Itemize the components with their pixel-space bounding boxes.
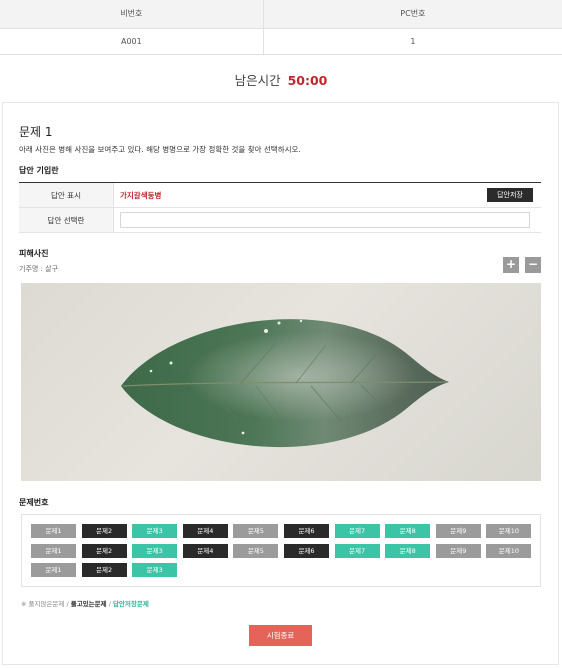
question-button[interactable]: 문제8 bbox=[385, 543, 431, 558]
legend-saved: 답안저장문제 bbox=[112, 600, 149, 608]
question-button[interactable]: 문제4 bbox=[182, 543, 228, 558]
question-button[interactable]: 문제5 bbox=[233, 524, 279, 538]
legend-unsolved: ※ 풀지않은문제 bbox=[21, 600, 65, 608]
question-button[interactable]: 문제1 bbox=[31, 524, 76, 538]
legend-solving: 풀고있는문제 bbox=[70, 600, 107, 608]
save-answer-button[interactable]: 답안저장 bbox=[487, 188, 533, 202]
question-button[interactable]: 문제2 bbox=[81, 543, 127, 558]
answer-section-heading: 답안 기입란 bbox=[19, 166, 59, 175]
question-button[interactable]: 문제6 bbox=[284, 524, 329, 538]
question-button[interactable]: 문제7 bbox=[334, 524, 380, 538]
question-button[interactable]: 문제10 bbox=[486, 524, 532, 538]
answer-table: 답안 표시 가지갈색둥병 답안저장 답안 선택란 bbox=[19, 182, 541, 233]
question-button[interactable]: 문제5 bbox=[233, 543, 279, 558]
question-button[interactable]: 문제2 bbox=[81, 524, 127, 538]
status-legend: ※ 풀지않은문제 / 풀고있는문제 / 답안저장문제 bbox=[21, 598, 149, 608]
question-button[interactable]: 문제10 bbox=[486, 543, 532, 558]
timer-value: 50:00 bbox=[287, 73, 328, 88]
zoom-out-button[interactable]: − bbox=[525, 257, 541, 273]
host-plant-label: 기주명 : 살구 bbox=[19, 265, 59, 273]
answer-display-row: 답안 표시 가지갈색둥병 답안저장 bbox=[19, 183, 541, 208]
question-button[interactable]: 문제2 bbox=[81, 563, 127, 577]
question-button[interactable]: 문제4 bbox=[182, 524, 228, 538]
answer-select-label: 답안 선택란 bbox=[19, 208, 114, 232]
photo-section-heading: 피해사진 bbox=[19, 249, 49, 258]
seat-number-header: 비번호 bbox=[0, 0, 264, 29]
answer-display-value: 가지갈색둥병 bbox=[120, 190, 162, 200]
answer-select-field[interactable] bbox=[120, 212, 530, 228]
damage-photo bbox=[21, 283, 541, 481]
pc-number-header: PC번호 bbox=[262, 0, 562, 29]
question-button[interactable]: 문제3 bbox=[132, 563, 178, 577]
pc-number-value: 1 bbox=[262, 28, 562, 55]
seat-number-value: A001 bbox=[0, 28, 264, 55]
question-button[interactable]: 문제1 bbox=[31, 543, 76, 558]
leaf-image bbox=[121, 319, 449, 448]
question-button[interactable]: 문제6 bbox=[284, 543, 329, 558]
question-description: 아래 사진은 병해 사진을 보여주고 있다. 해당 병명으로 가장 정확한 것을… bbox=[19, 145, 301, 154]
question-button[interactable]: 문제3 bbox=[132, 543, 178, 558]
remaining-time: 남은시간 50:00 bbox=[0, 70, 562, 89]
zoom-in-button[interactable]: + bbox=[503, 257, 519, 273]
question-button[interactable]: 문제9 bbox=[435, 524, 481, 538]
question-title: 문제 1 bbox=[19, 125, 53, 139]
question-button[interactable]: 문제1 bbox=[31, 563, 76, 577]
question-button[interactable]: 문제8 bbox=[385, 524, 431, 538]
question-button[interactable]: 문제9 bbox=[435, 543, 481, 558]
answer-select-row: 답안 선택란 bbox=[19, 208, 541, 233]
end-exam-button[interactable]: 시험종료 bbox=[249, 625, 312, 646]
question-number-heading: 문제번호 bbox=[19, 498, 49, 507]
question-button[interactable]: 문제7 bbox=[334, 543, 380, 558]
question-button[interactable]: 문제3 bbox=[132, 524, 178, 538]
timer-label: 남은시간 bbox=[234, 73, 281, 88]
exam-info-table: 비번호 PC번호 A001 1 bbox=[0, 0, 562, 55]
answer-display-label: 답안 표시 bbox=[19, 183, 114, 207]
